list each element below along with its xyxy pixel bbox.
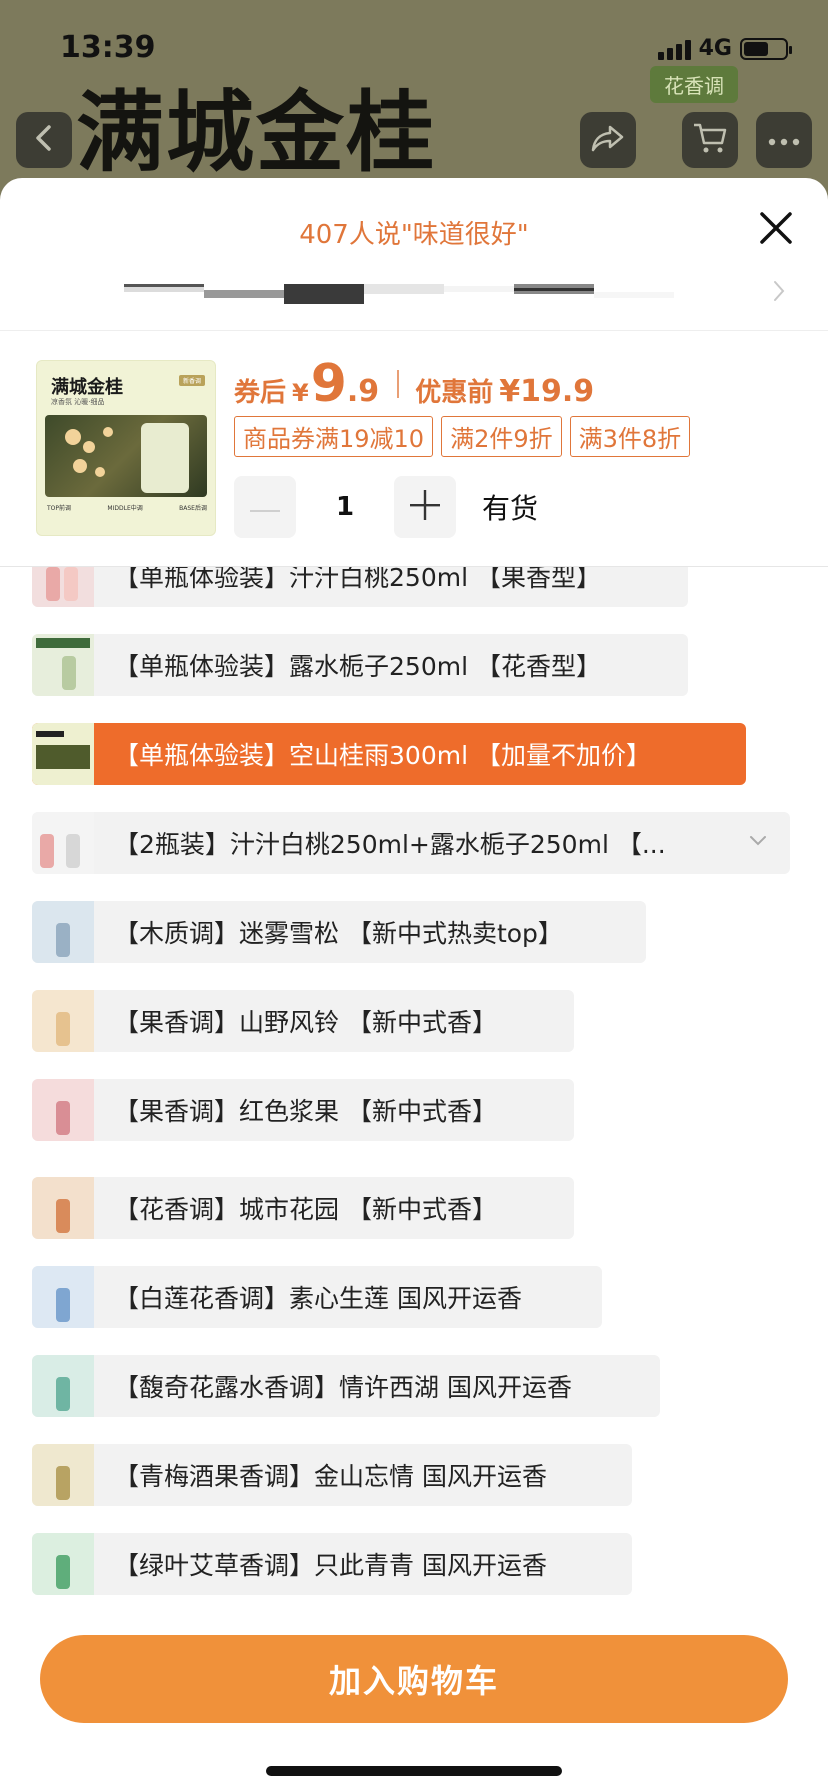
add-to-cart-button[interactable]: 加入购物车 [40,1635,788,1723]
option-thumbnail [32,1444,94,1506]
option-thumbnail [32,990,94,1052]
option-item[interactable]: 【青梅酒果香调】金山忘情 国风开运香 [32,1444,632,1506]
option-item[interactable]: 【单瓶体验装】汁汁白桃250ml 【果香型】 [32,567,688,607]
sku-sheet: 407人说"味道很好" 满城金桂 新香调 凉香氛 沁暖·细品 TOP前调 MID… [0,178,828,1792]
option-thumbnail [32,634,94,696]
product-image-title: 满城金桂 [51,377,123,398]
price-currency: ¥ [292,379,309,407]
coupon-badge[interactable]: 满2件9折 [441,416,562,457]
original-price-label: 优惠前 [415,378,494,408]
option-thumbnail [32,723,94,785]
cart-nav-button[interactable] [682,112,738,168]
coupon-badge[interactable]: 商品券满19减10 [234,416,434,457]
back-icon [33,124,55,156]
option-label: 【果香调】红色浆果 【新中式香】 [114,1097,497,1126]
price-integer: 9 [310,354,347,414]
option-item[interactable]: 【单瓶体验装】露水栀子250ml 【花香型】 [32,634,688,696]
share-icon [590,123,626,157]
signal-icon [657,38,691,60]
option-label: 【单瓶体验装】汁汁白桃250ml 【果香型】 [114,567,601,592]
share-button[interactable] [580,112,636,168]
plus-icon [410,490,440,524]
option-label: 【花香调】城市花园 【新中式香】 [114,1195,497,1224]
network-label: 4G [698,36,732,61]
more-button[interactable] [756,112,812,168]
option-item[interactable]: 【馥奇花露水香调】情许西湖 国风开运香 [32,1355,660,1417]
price-row: 券后 ¥ 9 .9 优惠前 ¥19.9 [234,354,594,414]
decrease-button[interactable] [234,476,296,538]
sheet-title: 407人说"味道很好" [299,220,529,250]
option-label: 【青梅酒果香调】金山忘情 国风开运香 [114,1462,547,1491]
option-item-selected[interactable]: 【单瓶体验装】空山桂雨300ml 【加量不加价】 [32,723,746,785]
increase-button[interactable] [394,476,456,538]
chevron-right-icon[interactable] [772,278,786,308]
product-image-notes: TOP前调 MIDDLE中调 BASE后调 [47,505,207,512]
chevron-down-icon[interactable] [748,832,768,851]
coupon-badge[interactable]: 满3件8折 [569,416,691,457]
option-thumbnail [32,1177,94,1239]
option-thumbnail [32,901,94,963]
product-image-badge: 新香调 [178,375,205,386]
option-label: 【单瓶体验装】露水栀子250ml 【花香型】 [114,652,601,681]
battery-icon [740,37,792,60]
product-image-subtitle: 凉香氛 沁暖·细品 [51,398,105,406]
option-item[interactable]: 【木质调】迷雾雪松 【新中式热卖top】 [32,901,646,963]
quantity-stepper: 1 有货 [234,476,538,538]
close-icon [754,212,798,254]
product-photo [45,415,207,497]
status-time: 13:39 [60,30,156,65]
minus-icon [250,498,280,517]
option-label: 【白莲花香调】素心生莲 国风开运香 [114,1284,522,1313]
option-label: 【2瓶装】汁汁白桃250ml+露水栀子250ml 【... [114,830,666,859]
product-image[interactable]: 满城金桂 新香调 凉香氛 沁暖·细品 TOP前调 MIDDLE中调 BASE后调 [36,360,216,536]
price-separator [397,370,400,398]
back-button[interactable] [16,112,72,168]
status-indicators: 4G [657,36,792,61]
home-indicator[interactable] [266,1766,562,1776]
option-thumbnail-strip[interactable] [124,280,744,306]
option-thumbnail [32,1266,94,1328]
background-tag: 花香调 [650,66,738,103]
option-thumbnail [32,1533,94,1595]
option-thumbnail [32,812,94,874]
option-item[interactable]: 【果香调】山野风铃 【新中式香】 [32,990,574,1052]
stock-status: 有货 [482,492,539,525]
cart-icon [692,121,728,159]
option-label: 【绿叶艾草香调】只此青青 国风开运香 [114,1551,547,1580]
option-label: 【馥奇花露水香调】情许西湖 国风开运香 [114,1373,572,1402]
original-price: ¥19.9 [499,374,595,409]
option-thumbnail [32,567,94,607]
option-item[interactable]: 【花香调】城市花园 【新中式香】 [32,1177,574,1239]
option-label: 【单瓶体验装】空山桂雨300ml 【加量不加价】 [114,741,651,770]
quantity-value[interactable]: 1 [296,492,394,522]
price-label: 券后 [234,378,287,408]
option-item[interactable]: 【2瓶装】汁汁白桃250ml+露水栀子250ml 【... [32,812,790,874]
option-thumbnail [32,1079,94,1141]
price-decimal: .9 [346,374,380,409]
option-list: 【单瓶体验装】汁汁白桃250ml 【果香型】 【单瓶体验装】露水栀子250ml … [0,567,828,1791]
close-button[interactable] [754,206,798,250]
option-label: 【果香调】山野风铃 【新中式香】 [114,1008,497,1037]
divider [0,330,828,331]
background-product-title: 满城金桂 [76,81,437,184]
option-item[interactable]: 【果香调】红色浆果 【新中式香】 [32,1079,574,1141]
option-label: 【木质调】迷雾雪松 【新中式热卖top】 [114,919,563,948]
coupon-list: 商品券满19减10 满2件9折 满3件8折 [234,416,691,457]
option-item[interactable]: 【绿叶艾草香调】只此青青 国风开运香 [32,1533,632,1595]
background-page: 13:39 4G 满城金桂 花香调 [0,0,828,200]
more-icon [768,131,800,150]
option-thumbnail [32,1355,94,1417]
option-item[interactable]: 【白莲花香调】素心生莲 国风开运香 [32,1266,602,1328]
